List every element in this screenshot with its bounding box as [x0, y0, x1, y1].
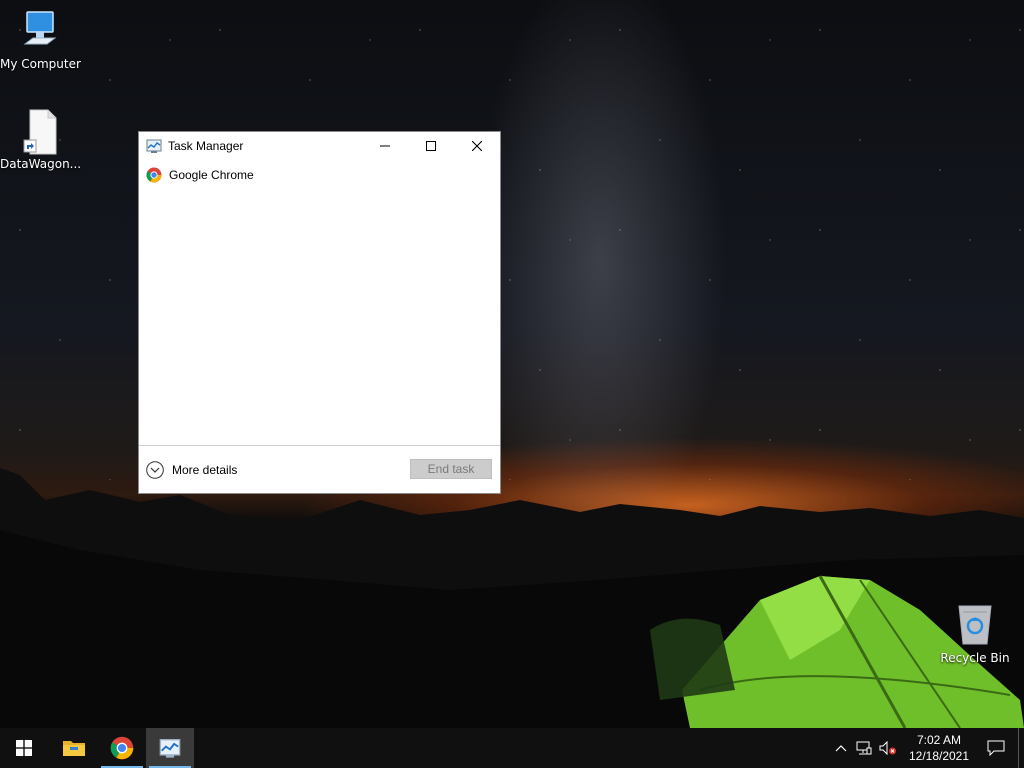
maximize-icon — [426, 141, 436, 151]
desktop-icon-label: My Computer — [0, 57, 81, 71]
window-controls — [362, 132, 500, 160]
volume-button[interactable] — [876, 728, 900, 768]
taskbar-chrome[interactable] — [98, 728, 146, 768]
title-bar[interactable]: Task Manager — [139, 132, 500, 160]
notification-icon — [987, 740, 1005, 756]
chevron-down-icon — [146, 460, 164, 479]
desktop-icon-my-computer[interactable]: My Computer — [0, 10, 81, 71]
desktop-icon-label: Recycle Bin — [940, 651, 1010, 665]
start-button[interactable] — [0, 728, 48, 768]
network-button[interactable] — [852, 728, 876, 768]
minimize-icon — [380, 145, 390, 147]
recycle-bin-icon — [958, 605, 992, 645]
taskbar: 7:02 AM 12/18/2021 — [0, 728, 1024, 768]
window-title: Task Manager — [168, 139, 244, 153]
network-icon — [856, 741, 872, 755]
chevron-up-icon — [835, 745, 847, 752]
wallpaper-mountains-tent — [0, 468, 1024, 728]
file-shortcut-icon — [23, 109, 57, 155]
show-desktop-button[interactable] — [1018, 728, 1024, 768]
system-tray: 7:02 AM 12/18/2021 — [830, 728, 1024, 768]
list-item[interactable]: Google Chrome — [139, 162, 500, 188]
taskbar-task-manager[interactable] — [146, 728, 194, 768]
task-manager-icon — [159, 739, 181, 758]
close-icon — [472, 141, 482, 151]
clock[interactable]: 7:02 AM 12/18/2021 — [900, 728, 978, 768]
clock-time: 7:02 AM — [916, 733, 962, 747]
taskbar-file-explorer[interactable] — [50, 728, 98, 768]
task-manager-window[interactable]: Task Manager Google Chrome More details … — [138, 131, 501, 494]
clock-date: 12/18/2021 — [908, 749, 970, 763]
task-manager-icon — [146, 139, 162, 153]
desktop-icon-recycle-bin[interactable]: Recycle Bin — [935, 602, 1015, 665]
more-details-button[interactable]: More details — [146, 460, 238, 479]
start-icon — [16, 740, 32, 756]
close-button[interactable] — [454, 132, 500, 160]
maximize-button[interactable] — [408, 132, 454, 160]
more-details-label: More details — [172, 462, 238, 477]
chrome-icon — [146, 167, 162, 183]
computer-icon — [23, 11, 57, 45]
running-apps-list: Google Chrome — [139, 162, 500, 445]
task-manager-footer: More details End task — [139, 445, 500, 493]
desktop-icon-datawagon[interactable]: DataWagon... — [0, 108, 82, 171]
show-hidden-icons-button[interactable] — [830, 728, 852, 768]
volume-muted-icon — [879, 741, 896, 755]
minimize-button[interactable] — [362, 132, 408, 160]
chrome-icon — [110, 736, 134, 760]
end-task-button[interactable]: End task — [410, 459, 492, 479]
app-name: Google Chrome — [169, 168, 254, 182]
desktop-icon-label: DataWagon... — [0, 157, 82, 171]
action-center-button[interactable] — [978, 728, 1014, 768]
file-explorer-icon — [63, 741, 85, 756]
